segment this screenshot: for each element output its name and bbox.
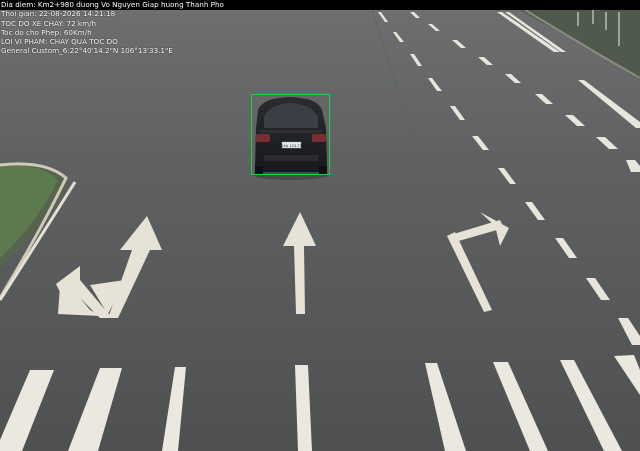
gps-text: General Custom_6:22°40'14.2"N 106°13'33.…	[1, 46, 173, 56]
vehicle-detection-box	[251, 94, 330, 175]
time-text: Thoi gian: 22-08-2026 14:21:18	[1, 9, 116, 19]
camera-info-overlay: Dia diem: Km2+980 duong Vo Nguyen Giap h…	[1, 0, 224, 56]
location-text: Dia diem: Km2+980 duong Vo Nguyen Giap h…	[1, 0, 224, 9]
road-scene: 14A 123.73	[0, 0, 640, 451]
speed-text: TOC DO XE CHAY: 72 km/h	[1, 18, 97, 28]
speed-limit-text: Toc do cho Phep: 60Km/h	[1, 27, 92, 37]
